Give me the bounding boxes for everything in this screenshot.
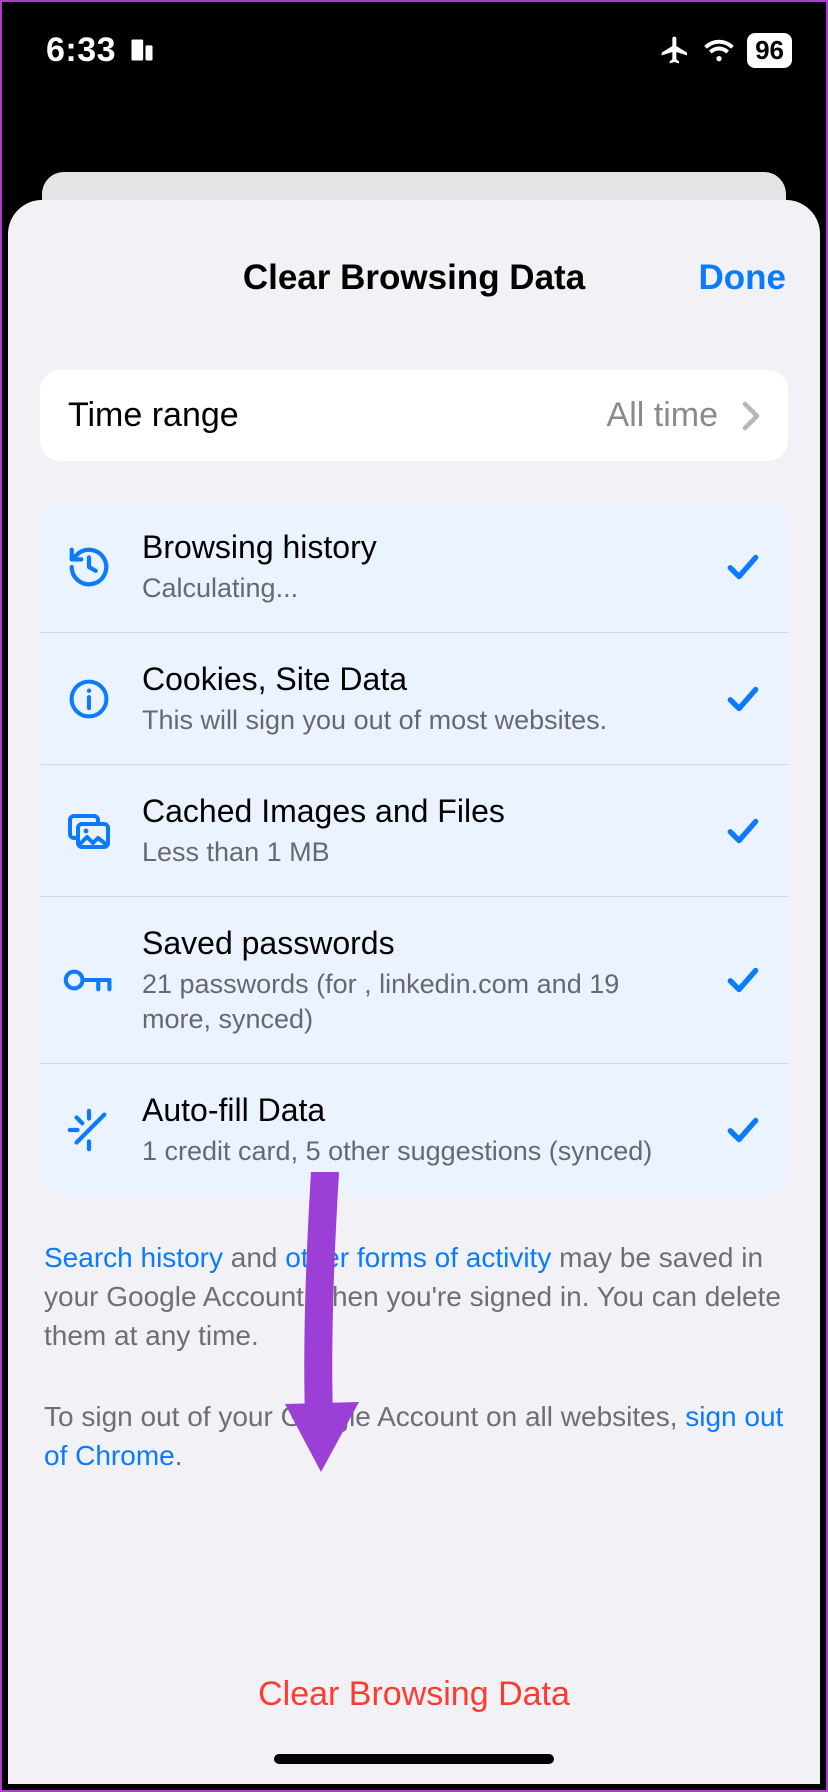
option-title: Browsing history [142,527,694,567]
wifi-icon [703,36,735,64]
image-icon [62,807,116,855]
option-title: Auto-fill Data [142,1090,694,1130]
other-activity-link[interactable]: other forms of activity [285,1242,551,1273]
option-title: Saved passwords [142,923,694,963]
checkmark-icon [720,680,766,718]
key-icon [62,960,116,1000]
clear-browsing-data-button[interactable]: Clear Browsing Data [8,1675,820,1714]
notice-sign-out: To sign out of your Google Account on al… [44,1397,784,1475]
time-range-row[interactable]: Time range All time [40,370,788,461]
time-range-value: All time [607,396,718,435]
sheet: Clear Browsing Data Done Time range All … [8,200,820,1784]
history-icon [62,544,116,590]
checkmark-icon [720,812,766,850]
option-saved-passwords[interactable]: Saved passwords 21 passwords (for , link… [40,897,788,1064]
wand-icon [62,1107,116,1153]
page-title: Clear Browsing Data [243,258,585,298]
search-history-link[interactable]: Search history [44,1242,223,1273]
option-autofill-data[interactable]: Auto-fill Data 1 credit card, 5 other su… [40,1064,788,1195]
notice-search-history: Search history and other forms of activi… [44,1238,784,1356]
clear-options-list: Browsing history Calculating... Cookies,… [40,501,788,1196]
option-subtitle: 21 passwords (for , linkedin.com and 19 … [142,967,694,1037]
checkmark-icon [720,961,766,999]
option-cached-images[interactable]: Cached Images and Files Less than 1 MB [40,765,788,897]
checkmark-icon [720,548,766,586]
info-icon [62,677,116,721]
option-subtitle: Calculating... [142,571,694,606]
option-title: Cookies, Site Data [142,659,694,699]
time-range-label: Time range [68,396,593,435]
done-button[interactable]: Done [699,258,787,298]
status-bar: 6:33 96 [2,2,826,98]
status-left: 6:33 [46,31,156,70]
status-right: 96 [659,33,792,68]
sheet-header: Clear Browsing Data Done [8,242,820,314]
checkmark-icon [720,1111,766,1149]
battery-indicator: 96 [747,33,792,68]
option-subtitle: Less than 1 MB [142,835,694,870]
option-browsing-history[interactable]: Browsing history Calculating... [40,501,788,633]
status-time: 6:33 [46,31,116,70]
option-title: Cached Images and Files [142,791,694,831]
option-subtitle: This will sign you out of most websites. [142,703,694,738]
option-subtitle: 1 credit card, 5 other suggestions (sync… [142,1134,694,1169]
airplane-mode-icon [659,34,691,66]
option-cookies[interactable]: Cookies, Site Data This will sign you ou… [40,633,788,765]
building-icon [128,36,156,64]
chevron-right-icon [742,401,760,431]
home-indicator [274,1754,554,1764]
